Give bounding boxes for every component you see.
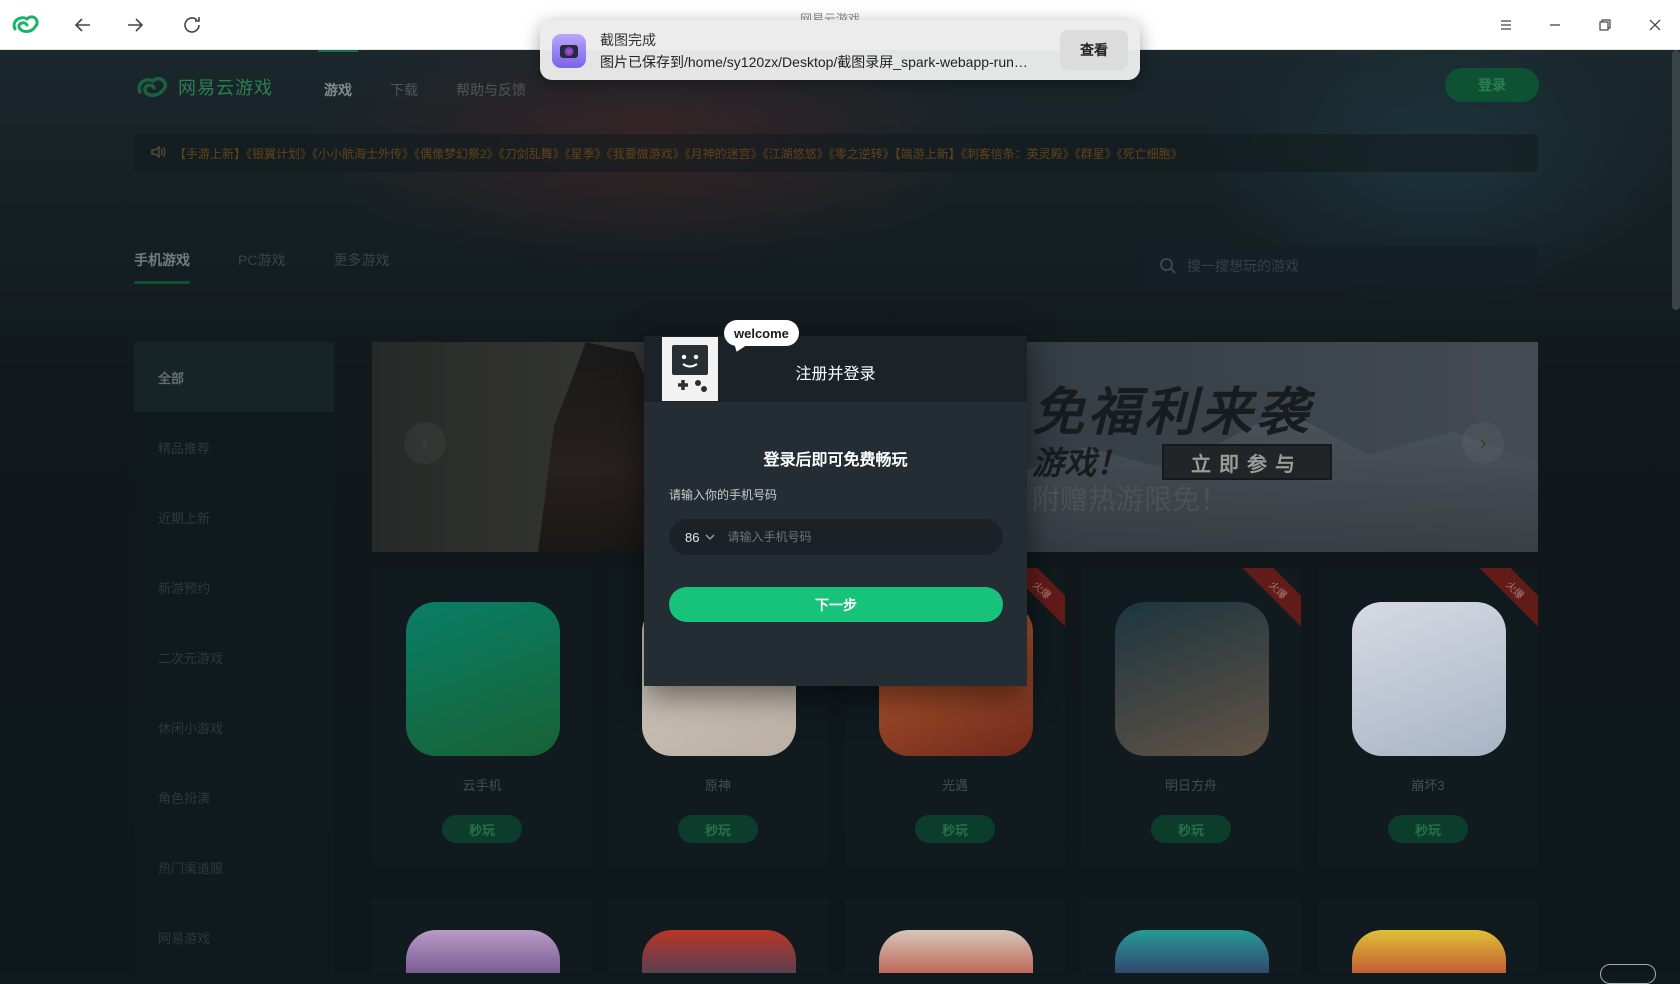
minimize-icon[interactable] [1538, 8, 1572, 42]
menu-icon[interactable] [1489, 8, 1523, 42]
view-button[interactable]: 查看 [1060, 30, 1128, 70]
welcome-bubble: welcome [724, 320, 799, 346]
camera-icon [552, 34, 586, 68]
restore-icon[interactable] [1588, 8, 1622, 42]
next-step-button[interactable]: 下一步 [669, 587, 1003, 622]
notification-title: 截图完成 [600, 32, 656, 48]
modal-heading: 登录后即可免费畅玩 [763, 452, 908, 469]
chevron-down-icon[interactable] [705, 528, 715, 546]
phone-field: 86 [669, 519, 1003, 555]
back-icon[interactable] [66, 8, 100, 42]
screenshot-notification: 截图完成 图片已保存到/home/sy120zx/Desktop/截图录屏_sp… [540, 20, 1140, 80]
close-icon[interactable] [1638, 8, 1672, 42]
forward-icon[interactable] [118, 8, 152, 42]
phone-input[interactable] [725, 529, 966, 545]
notification-body: 图片已保存到/home/sy120zx/Desktop/截图录屏_spark-w… [600, 54, 1028, 70]
login-modal: welcome 注册并登录 登录后即可免费畅玩 请输入你的手机号码 86 下一步 [644, 320, 1027, 686]
app-logo-icon [8, 8, 42, 42]
country-code-select[interactable]: 86 [685, 530, 699, 545]
phone-label: 请输入你的手机号码 [669, 488, 778, 502]
modal-header: welcome 注册并登录 [644, 320, 1027, 402]
page-scrollbar[interactable] [1672, 50, 1680, 310]
modal-title: 注册并登录 [795, 366, 876, 383]
corner-widget[interactable] [1600, 964, 1656, 984]
reload-icon[interactable] [175, 8, 209, 42]
